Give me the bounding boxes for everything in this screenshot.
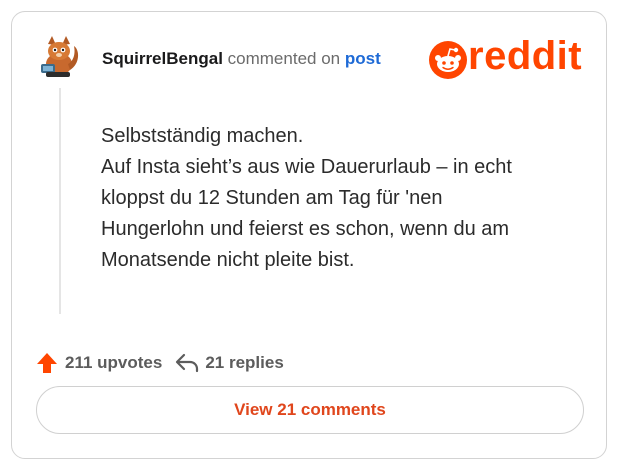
comment-line: Selbstständig machen.	[101, 125, 304, 147]
comment-line: Hungerlohn und feierst es schon, wenn du…	[101, 218, 510, 240]
upvote-arrow-icon[interactable]	[36, 352, 58, 374]
reply-arrow-icon[interactable]	[175, 353, 199, 373]
reddit-wordmark: reddit	[468, 34, 583, 78]
post-link[interactable]: post	[345, 49, 381, 68]
view-comments-button[interactable]: View 21 comments	[36, 386, 584, 434]
comment-stats: 211 upvotes 21 replies	[36, 350, 284, 376]
reddit-snoo-icon	[429, 41, 467, 79]
comment-body: Selbstständig machen. Auf Insta sieht’s …	[101, 121, 571, 276]
comment-line: Auf Insta sieht’s aus wie Dauerurlaub – …	[101, 156, 512, 178]
action-text: commented on	[227, 49, 341, 68]
comment-line: kloppst du 12 Stunden am Tag für 'nen	[101, 187, 443, 209]
reddit-logo[interactable]: reddit	[428, 34, 588, 84]
username[interactable]: SquirrelBengal	[102, 49, 223, 68]
avatar[interactable]	[36, 34, 82, 80]
thread-line[interactable]	[59, 88, 61, 314]
upvote-count: 211 upvotes	[65, 353, 163, 372]
comment-line: Monatsende nicht pleite bist.	[101, 249, 355, 271]
comment-header: SquirrelBengal commented on post	[102, 49, 381, 69]
reply-count: 21 replies	[205, 353, 284, 372]
